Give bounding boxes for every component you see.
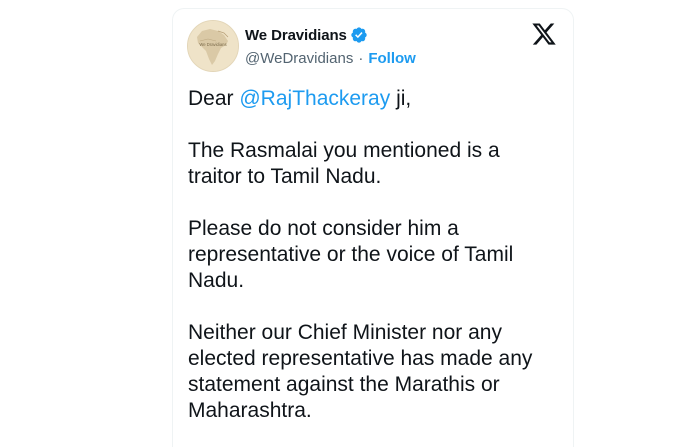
- greeting-prefix: Dear: [188, 87, 240, 110]
- greeting-suffix: ji,: [390, 87, 412, 110]
- author-handle-row: @WeDravidians · Follow: [245, 48, 416, 68]
- verified-badge-icon: [351, 27, 367, 43]
- tweet-paragraph-3: Please do not consider him a representat…: [188, 217, 514, 292]
- mention-link[interactable]: @RajThackeray: [239, 87, 390, 110]
- tweet-paragraph-greeting: Dear @RajThackeray ji,: [188, 86, 563, 112]
- separator-dot: ·: [358, 49, 364, 67]
- tweet-text: Dear @RajThackeray ji, The Rasmalai you …: [188, 86, 563, 447]
- display-name[interactable]: We Dravidians: [245, 27, 347, 44]
- x-logo-icon[interactable]: [531, 21, 557, 47]
- author-handle[interactable]: @WeDravidians: [245, 50, 353, 67]
- author-name-row: We Dravidians: [245, 25, 368, 45]
- follow-button[interactable]: Follow: [368, 50, 416, 67]
- india-map-avatar-icon: We Dravidians: [188, 21, 238, 71]
- tweet-paragraph-4: Neither our Chief Minister nor any elect…: [188, 321, 533, 422]
- avatar-text: We Dravidians: [199, 42, 226, 47]
- tweet-paragraph-2: The Rasmalai you mentioned is a traitor …: [188, 139, 500, 188]
- avatar[interactable]: We Dravidians: [187, 20, 239, 72]
